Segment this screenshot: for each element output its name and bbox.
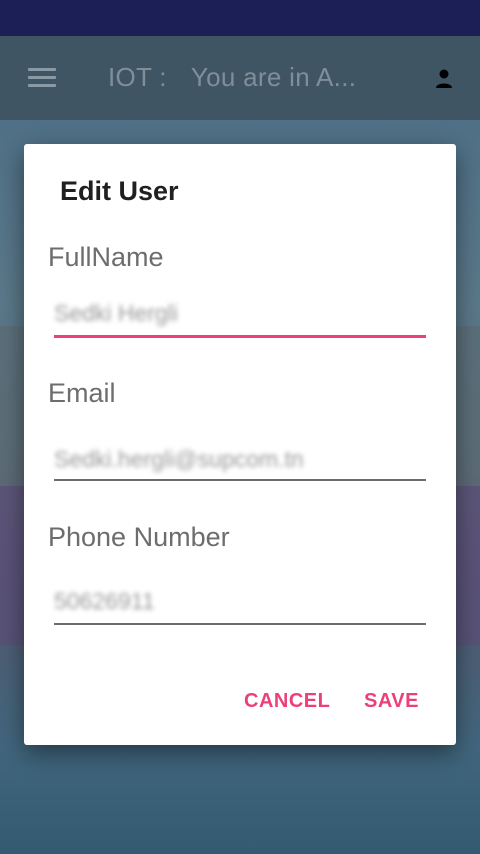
app-title-subtitle: You are in A... <box>190 62 357 92</box>
phone-underline <box>54 623 426 625</box>
edit-user-dialog: Edit User FullName Sedki Hergli Email Se… <box>24 144 456 745</box>
phone-field[interactable]: 50626911 <box>54 588 155 615</box>
email-underline <box>54 479 426 481</box>
status-bar <box>0 0 480 36</box>
phone-label: Phone Number <box>48 522 230 552</box>
email-label: Email <box>48 378 116 408</box>
fullname-underline <box>54 335 426 338</box>
cancel-button[interactable]: CANCEL <box>244 690 330 713</box>
person-icon[interactable] <box>434 68 454 90</box>
app-title: IOT : You are in A... <box>108 62 398 93</box>
app-title-prefix: IOT : <box>108 62 167 92</box>
dialog-title: Edit User <box>60 176 179 206</box>
fullname-label: FullName <box>48 242 164 272</box>
email-field[interactable]: Sedki.hergli@supcom.tn <box>54 446 304 473</box>
save-button[interactable]: SAVE <box>364 690 419 713</box>
app-bar: IOT : You are in A... <box>0 36 480 120</box>
fullname-field[interactable]: Sedki Hergli <box>54 300 178 327</box>
hamburger-menu-icon[interactable] <box>28 68 56 88</box>
